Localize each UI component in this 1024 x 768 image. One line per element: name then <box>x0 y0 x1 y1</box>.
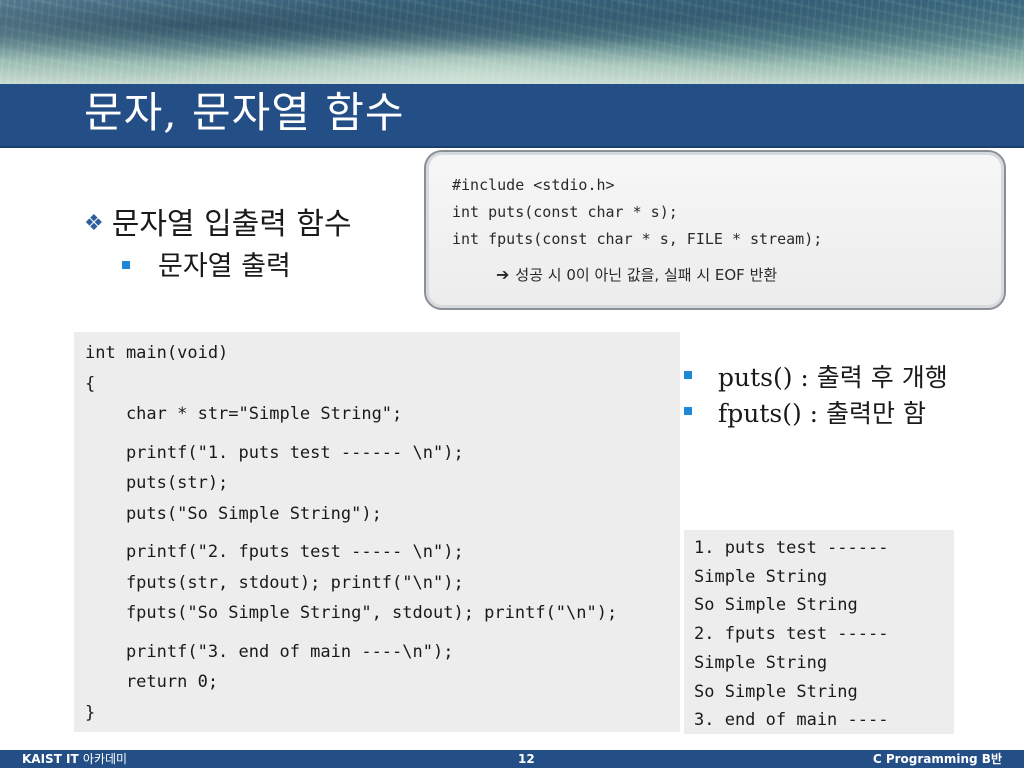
prototype-lines: #include <stdio.h> int puts(const char *… <box>452 172 822 253</box>
bullet-level2: 문자열 출력 <box>122 250 291 284</box>
code-gap <box>85 629 617 637</box>
code-line: printf("2. fputs test ----- \n"); <box>85 542 464 562</box>
code-line: printf("3. end of main ----\n"); <box>85 641 454 662</box>
code-line: return 0; <box>85 672 219 692</box>
diamond-bullet-icon: ❖ <box>84 211 104 236</box>
footer-course: C Programming B반 <box>872 752 1002 766</box>
right-bullet-list: puts() : 출력 후 개행 fputs() : 출력만 함 <box>684 360 948 432</box>
prototype-note: ➔ 성공 시 0이 아닌 값을, 실패 시 EOF 반환 <box>496 264 777 285</box>
code-block: int main(void) { char * str="Simple Strin… <box>74 332 680 732</box>
right-bullet-text: fputs() : 출력만 함 <box>718 399 927 428</box>
arrow-right-icon: ➔ <box>496 265 510 284</box>
code-line: puts(str); <box>85 473 229 493</box>
code-line: { <box>85 373 96 394</box>
square-bullet-icon <box>122 261 130 269</box>
output-line: So Simple String <box>694 595 858 616</box>
code-line: } <box>85 702 96 723</box>
code-gap <box>85 529 617 537</box>
header-background-image <box>0 0 1024 84</box>
prototype-note-text: 성공 시 0이 아닌 값을, 실패 시 EOF 반환 <box>515 266 778 284</box>
output-line: 3. end of main ---- <box>694 710 889 731</box>
footer-bar: KAIST IT 아카데미 12 C Programming B반 <box>0 750 1024 768</box>
output-line: So Simple String <box>694 681 858 702</box>
code-line: char * str="Simple String"; <box>85 404 403 424</box>
output-line: 2. fputs test ----- <box>694 624 889 645</box>
right-bullet-item: fputs() : 출력만 함 <box>684 396 948 432</box>
square-bullet-icon <box>684 371 692 379</box>
code-line: fputs("So Simple String", stdout); print… <box>85 603 618 623</box>
right-bullet-item: puts() : 출력 후 개행 <box>684 360 948 396</box>
footer-org-thin: 아카데미 <box>82 752 128 766</box>
output-line: Simple String <box>694 566 828 587</box>
prototype-box: #include <stdio.h> int puts(const char *… <box>424 150 1006 310</box>
prototype-line: int fputs(const char * s, FILE * stream)… <box>452 230 823 248</box>
output-block: 1. puts test ------ Simple String So Simpl… <box>684 530 954 734</box>
bullet-level1: ❖ 문자열 입출력 함수 <box>84 204 352 245</box>
code-line: printf("1. puts test ------ \n"); <box>85 442 464 463</box>
output-line: 1. puts test ------ <box>694 538 889 558</box>
bullet-level1-text: 문자열 입출력 함수 <box>111 207 352 242</box>
prototype-line: #include <stdio.h> <box>452 176 615 194</box>
footer-org-bold: KAIST IT <box>22 752 79 766</box>
footer-organization: KAIST IT 아카데미 <box>22 750 127 768</box>
bullet-level2-text: 문자열 출력 <box>158 251 291 282</box>
page-number: 12 <box>518 752 535 766</box>
output-line: Simple String <box>694 652 828 673</box>
prototype-line: int puts(const char * s); <box>452 203 678 221</box>
square-bullet-icon <box>684 407 692 415</box>
code-line: int main(void) <box>85 343 229 363</box>
code-line: puts("So Simple String"); <box>85 503 382 524</box>
code-line: fputs(str, stdout); printf("\n"); <box>85 572 464 593</box>
page-title: 문자, 문자열 함수 <box>84 88 405 137</box>
code-gap <box>85 430 617 438</box>
right-bullet-text: puts() : 출력 후 개행 <box>718 363 948 392</box>
